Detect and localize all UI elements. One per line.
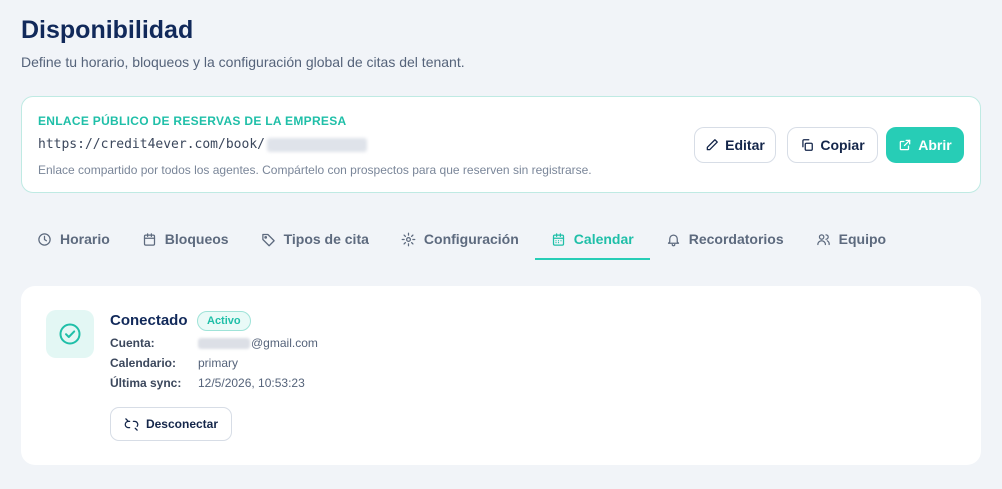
tab-recordatorios[interactable]: Recordatorios: [650, 218, 800, 260]
public-booking-link-card: ENLACE PÚBLICO DE RESERVAS DE LA EMPRESA…: [21, 96, 981, 193]
tab-label: Bloqueos: [164, 231, 229, 247]
gear-icon: [401, 232, 416, 246]
copy-icon: [802, 139, 814, 151]
calendar-icon: [143, 232, 155, 246]
calendar-value: primary: [198, 356, 239, 370]
last-sync-label: Última sync:: [110, 376, 182, 390]
last-sync-row: Última sync: 12/5/2026, 10:53:23: [110, 376, 305, 390]
tab-configuracion[interactable]: Configuración: [385, 218, 535, 260]
last-sync-value: 12/5/2026, 10:53:23: [198, 376, 305, 390]
availability-tabs: Horario Bloqueos Tipos de cita Configura…: [21, 218, 902, 260]
tab-label: Calendar: [573, 231, 634, 247]
account-value: @gmail.com: [198, 336, 318, 350]
tag-icon: [261, 233, 275, 246]
public-link-heading: ENLACE PÚBLICO DE RESERVAS DE LA EMPRESA: [38, 114, 347, 128]
status-badge: Activo: [197, 311, 251, 331]
connected-status-icon-box: [46, 310, 94, 358]
tab-label: Configuración: [423, 231, 519, 247]
account-row: Cuenta: @gmail.com: [110, 336, 318, 350]
edit-button-label: Editar: [725, 137, 765, 153]
account-domain: @gmail.com: [251, 336, 318, 350]
tab-equipo[interactable]: Equipo: [800, 218, 902, 260]
tab-tipos-de-cita[interactable]: Tipos de cita: [245, 218, 385, 260]
disconnect-button-label: Desconectar: [145, 417, 219, 431]
connection-status: Conectado: [110, 312, 188, 329]
external-link-icon: [899, 139, 911, 151]
check-circle-icon: [59, 323, 81, 345]
open-link-button[interactable]: Abrir: [886, 127, 964, 163]
edit-link-button[interactable]: Editar: [694, 127, 776, 163]
tab-horario[interactable]: Horario: [21, 218, 126, 260]
tab-label: Tipos de cita: [283, 231, 369, 247]
copy-button-label: Copiar: [820, 137, 865, 153]
bell-icon: [667, 234, 679, 246]
open-button-label: Abrir: [918, 137, 952, 153]
calendar-connection-card: Conectado Activo Cuenta: @gmail.com Cale…: [21, 286, 981, 465]
email-user-redacted: [198, 337, 250, 349]
page-subtitle: Define tu horario, bloqueos y la configu…: [21, 54, 465, 70]
disconnect-button[interactable]: Desconectar: [110, 407, 232, 441]
clock-icon: [38, 232, 51, 246]
tab-calendar[interactable]: Calendar: [534, 218, 650, 260]
users-icon: [816, 233, 830, 245]
public-link-token-redacted: [266, 137, 367, 152]
copy-link-button[interactable]: Copiar: [787, 127, 878, 163]
calendar-row: Calendario: primary: [110, 356, 238, 370]
tab-bloqueos[interactable]: Bloqueos: [126, 218, 245, 260]
public-link-note: Enlace compartido por todos los agentes.…: [38, 163, 592, 177]
calendar-grid-icon: [552, 232, 564, 246]
account-label: Cuenta:: [110, 336, 155, 350]
unlink-icon: [124, 417, 139, 431]
public-link-url-prefix: https://credit4ever.com/book/: [38, 137, 265, 152]
tab-label: Equipo: [838, 231, 887, 247]
pencil-icon: [706, 139, 719, 151]
page-title: Disponibilidad: [21, 16, 194, 44]
tab-label: Horario: [60, 231, 110, 247]
public-link-url[interactable]: https://credit4ever.com/book/: [38, 137, 367, 152]
calendar-label: Calendario:: [110, 356, 177, 370]
tab-label: Recordatorios: [688, 231, 784, 247]
